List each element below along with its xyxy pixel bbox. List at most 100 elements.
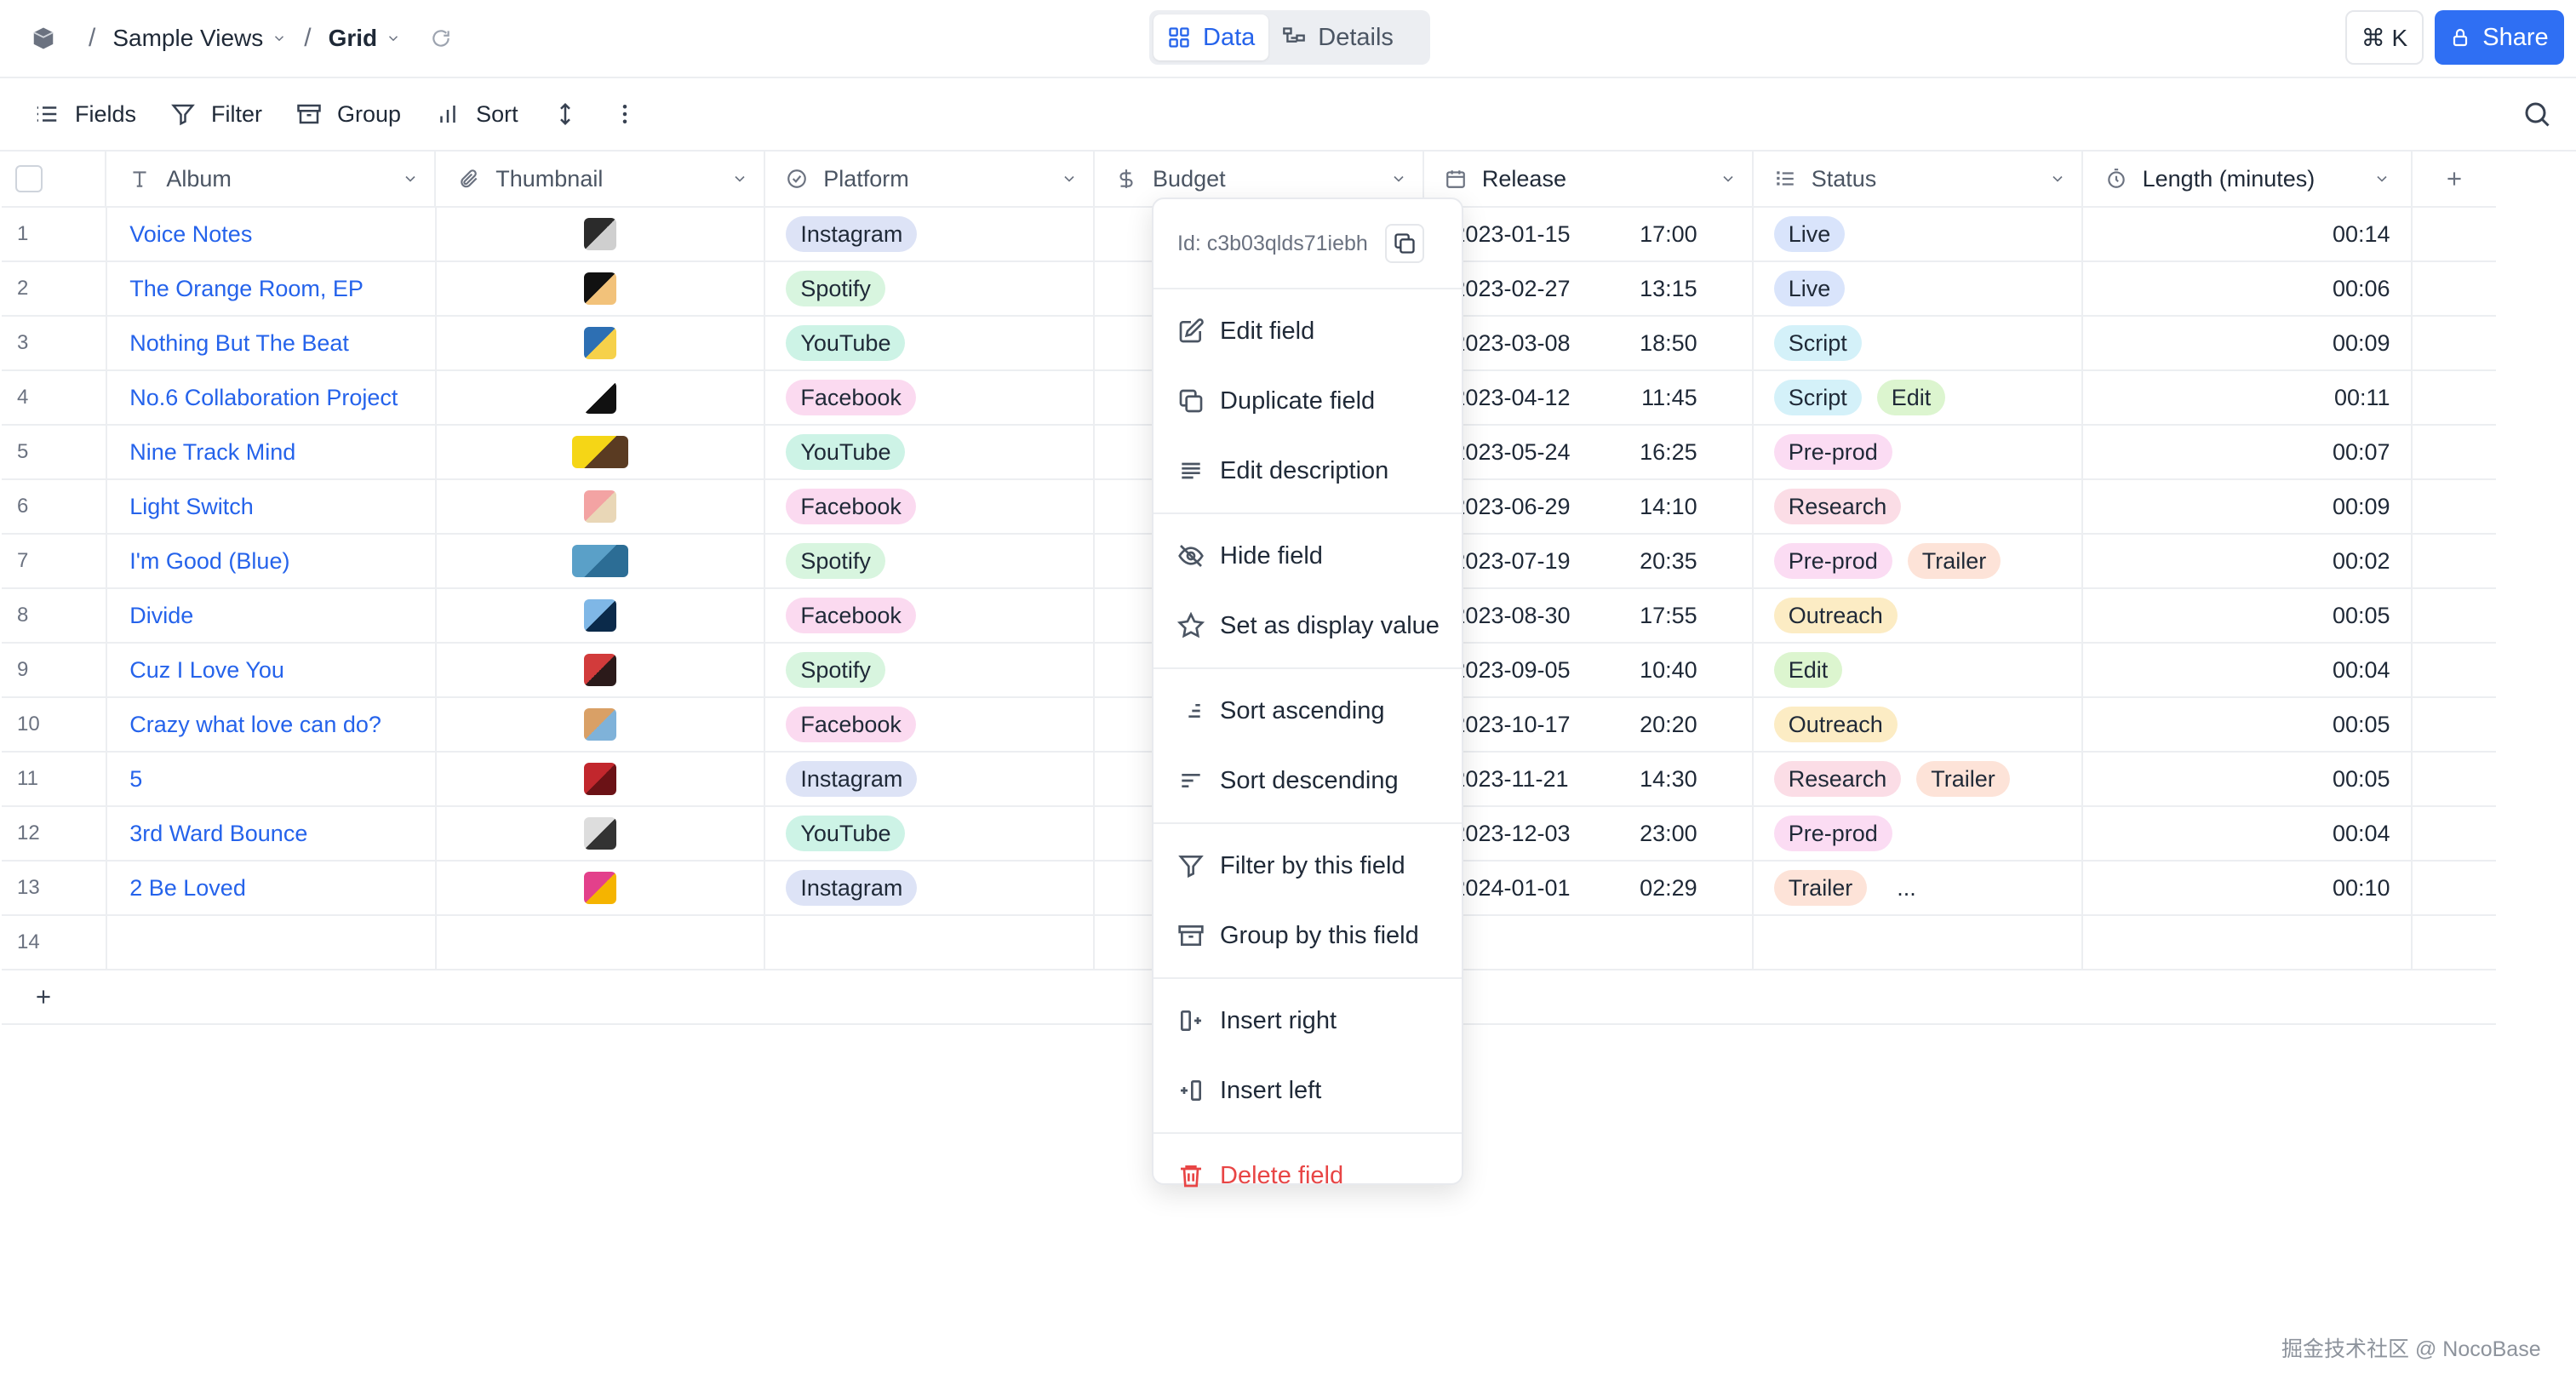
release-cell[interactable]: 2023-01-15 17:00 [1423, 208, 1754, 260]
menu-item-group-by-this-field[interactable]: Group by this field [1153, 901, 1462, 970]
chevron-down-icon[interactable] [2049, 170, 2066, 187]
platform-cell[interactable] [765, 916, 1096, 969]
chevron-down-icon[interactable] [2373, 170, 2390, 187]
chevron-down-icon[interactable] [402, 170, 419, 187]
status-cell[interactable]: Trailer... [1754, 862, 2083, 914]
album-cell[interactable]: I'm Good (Blue) [107, 535, 438, 587]
thumbnail-image[interactable] [584, 763, 617, 795]
release-cell[interactable]: 2023-02-27 13:15 [1423, 262, 1754, 315]
platform-cell[interactable]: Spotify [765, 644, 1096, 696]
chevron-down-icon[interactable] [1061, 170, 1078, 187]
base-name[interactable]: Sample Views [112, 25, 263, 52]
thumbnail-cell[interactable] [437, 535, 766, 587]
base-icon[interactable] [31, 26, 56, 51]
thumbnail-image[interactable] [584, 218, 617, 250]
platform-cell[interactable]: YouTube [765, 807, 1096, 860]
album-cell[interactable]: Crazy what love can do? [107, 698, 438, 751]
status-cell[interactable]: Outreach [1754, 698, 2083, 751]
platform-cell[interactable]: YouTube [765, 426, 1096, 478]
thumbnail-cell[interactable] [437, 644, 766, 696]
status-cell[interactable]: Script Edit [1754, 371, 2083, 424]
status-cell[interactable]: Pre-prod Trailer [1754, 535, 2083, 587]
length-cell[interactable]: 00:05 [2083, 698, 2413, 751]
menu-item-filter-by-this-field[interactable]: Filter by this field [1153, 831, 1462, 901]
status-cell[interactable]: Edit [1754, 644, 2083, 696]
release-cell[interactable]: 2023-10-17 20:20 [1423, 698, 1754, 751]
column-header-thumbnail[interactable]: Thumbnail [436, 152, 766, 206]
thumbnail-cell[interactable] [437, 753, 766, 805]
status-cell[interactable]: Research Trailer [1754, 753, 2083, 805]
release-cell[interactable]: 2023-09-05 10:40 [1423, 644, 1754, 696]
menu-item-sort-descending[interactable]: Sort descending [1153, 746, 1462, 816]
length-cell[interactable]: 00:10 [2083, 862, 2413, 914]
thumbnail-cell[interactable] [437, 916, 766, 969]
album-cell[interactable]: Cuz I Love You [107, 644, 438, 696]
group-button[interactable]: Group [296, 101, 401, 128]
column-header-platform[interactable]: Platform [765, 152, 1096, 206]
thumbnail-cell[interactable] [437, 862, 766, 914]
length-cell[interactable]: 00:11 [2083, 371, 2413, 424]
release-cell[interactable]: 2023-08-30 17:55 [1423, 589, 1754, 642]
thumbnail-cell[interactable] [437, 589, 766, 642]
platform-cell[interactable]: Facebook [765, 480, 1096, 533]
length-cell[interactable]: 00:04 [2083, 807, 2413, 860]
status-cell[interactable]: Live [1754, 262, 2083, 315]
length-cell[interactable] [2083, 916, 2413, 969]
menu-item-set-as-display-value[interactable]: Set as display value [1153, 591, 1462, 661]
length-cell[interactable]: 00:05 [2083, 753, 2413, 805]
select-all-checkbox[interactable] [15, 165, 43, 192]
tab-details[interactable]: Details [1268, 14, 1407, 60]
add-field-button[interactable] [2413, 152, 2496, 206]
release-cell[interactable]: 2023-12-03 23:00 [1423, 807, 1754, 860]
thumbnail-cell[interactable] [437, 371, 766, 424]
share-button[interactable]: Share [2435, 10, 2564, 65]
status-cell[interactable]: Pre-prod [1754, 807, 2083, 860]
chevron-down-icon[interactable] [386, 31, 401, 46]
column-header-release[interactable]: Release [1424, 152, 1754, 206]
thumbnail-image[interactable] [572, 545, 629, 577]
thumbnail-cell[interactable] [437, 807, 766, 860]
platform-cell[interactable]: YouTube [765, 317, 1096, 369]
platform-cell[interactable]: Facebook [765, 698, 1096, 751]
thumbnail-cell[interactable] [437, 480, 766, 533]
menu-item-hide-field[interactable]: Hide field [1153, 521, 1462, 591]
album-cell[interactable]: Voice Notes [107, 208, 438, 260]
row-height-button[interactable] [552, 101, 578, 127]
refresh-icon[interactable] [430, 27, 452, 49]
release-cell[interactable]: 2023-06-29 14:10 [1423, 480, 1754, 533]
copy-id-button[interactable] [1384, 224, 1424, 263]
release-cell[interactable]: 2024-01-01 02:29 [1423, 862, 1754, 914]
menu-item-edit-field[interactable]: Edit field [1153, 296, 1462, 366]
more-options-button[interactable] [612, 101, 638, 127]
album-cell[interactable] [107, 916, 438, 969]
thumbnail-image[interactable] [584, 272, 617, 305]
release-cell[interactable]: 2023-03-08 18:50 [1423, 317, 1754, 369]
length-cell[interactable]: 00:14 [2083, 208, 2413, 260]
chevron-down-icon[interactable] [272, 31, 287, 46]
platform-cell[interactable]: Spotify [765, 262, 1096, 315]
chevron-down-icon[interactable] [731, 170, 748, 187]
fields-button[interactable]: Fields [34, 101, 136, 128]
release-cell[interactable]: 2023-05-24 16:25 [1423, 426, 1754, 478]
platform-cell[interactable]: Facebook [765, 371, 1096, 424]
thumbnail-image[interactable] [584, 654, 617, 686]
status-cell[interactable]: Script [1754, 317, 2083, 369]
album-cell[interactable]: Nine Track Mind [107, 426, 438, 478]
thumbnail-image[interactable] [584, 381, 617, 414]
release-cell[interactable]: 2023-04-12 11:45 [1423, 371, 1754, 424]
release-cell[interactable] [1423, 916, 1754, 969]
album-cell[interactable]: Divide [107, 589, 438, 642]
album-cell[interactable]: 5 [107, 753, 438, 805]
platform-cell[interactable]: Facebook [765, 589, 1096, 642]
menu-item-edit-description[interactable]: Edit description [1153, 436, 1462, 506]
command-palette-button[interactable]: ⌘ K [2345, 10, 2424, 65]
thumbnail-image[interactable] [572, 436, 629, 468]
menu-item-delete-field[interactable]: Delete field [1153, 1141, 1462, 1211]
release-cell[interactable]: 2023-11-21 14:30 [1423, 753, 1754, 805]
thumbnail-cell[interactable] [437, 262, 766, 315]
platform-cell[interactable]: Instagram [765, 753, 1096, 805]
view-name[interactable]: Grid [329, 25, 378, 52]
platform-cell[interactable]: Instagram [765, 862, 1096, 914]
menu-item-duplicate-field[interactable]: Duplicate field [1153, 366, 1462, 436]
thumbnail-cell[interactable] [437, 208, 766, 260]
